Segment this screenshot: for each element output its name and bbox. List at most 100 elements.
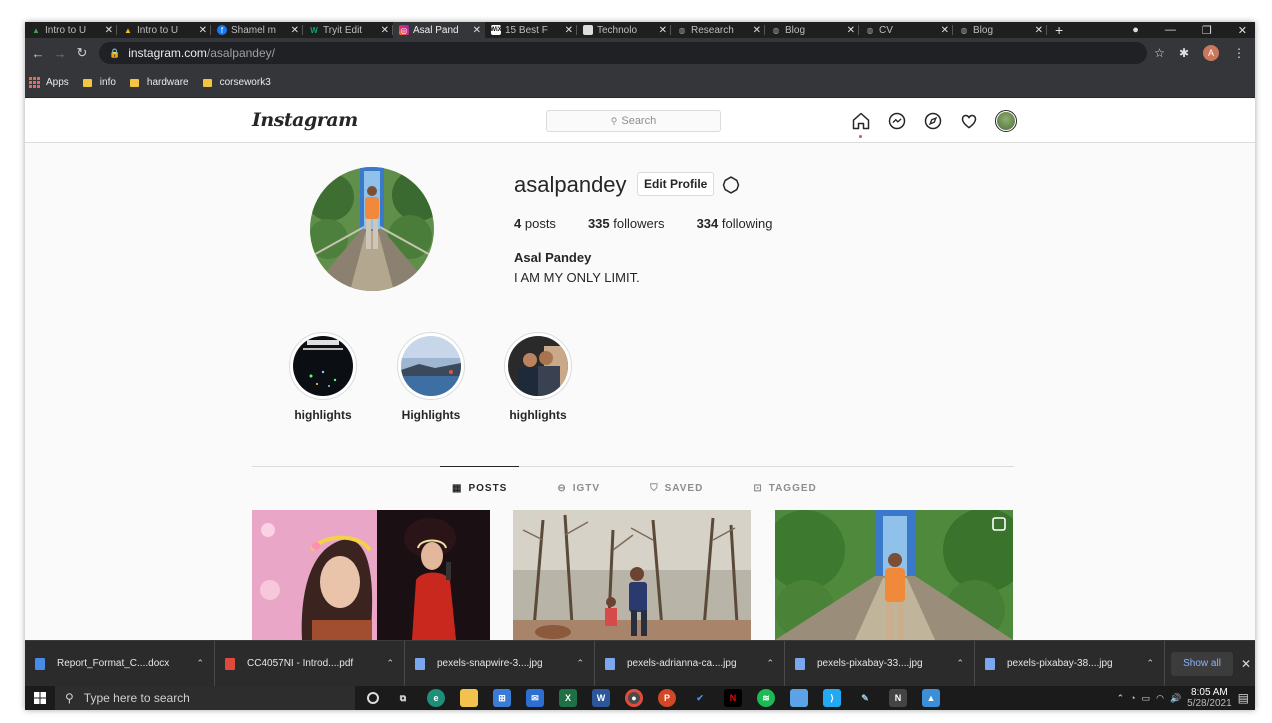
- tab-tagged[interactable]: ⊡ TAGGED: [753, 467, 816, 503]
- close-icon[interactable]: ✕: [199, 25, 207, 36]
- taskbar-clock[interactable]: 8:05 AM 5/28/2021: [1187, 687, 1232, 709]
- windows-start-icon[interactable]: [25, 692, 55, 704]
- network-icon[interactable]: ◔: [1130, 693, 1135, 703]
- download-item[interactable]: pexels-snapwire-3....jpg ⌃: [405, 640, 595, 687]
- download-item[interactable]: pexels-pixabay-38....jpg ⌃: [975, 640, 1165, 687]
- activity-heart-icon[interactable]: [959, 111, 979, 131]
- back-icon[interactable]: ←: [27, 46, 49, 61]
- chevron-up-icon[interactable]: ⌃: [576, 658, 584, 669]
- extensions-icon[interactable]: ✱: [1179, 46, 1189, 60]
- profile-avatar[interactable]: A: [1203, 45, 1219, 61]
- edit-profile-button[interactable]: Edit Profile: [637, 172, 715, 196]
- show-all-downloads-button[interactable]: Show all: [1171, 651, 1233, 676]
- chrome-icon[interactable]: ●: [625, 689, 643, 707]
- notifications-icon[interactable]: ▤: [1238, 691, 1249, 705]
- chrome-status-icon[interactable]: ●: [1132, 24, 1139, 36]
- browser-tab[interactable]: WiX 15 Best F ✕: [485, 22, 577, 38]
- browser-tab[interactable]: ◍ Research ✕: [671, 22, 765, 38]
- close-icon[interactable]: ✕: [1035, 25, 1043, 36]
- browser-tab[interactable]: ▲ Intro to U ✕: [25, 22, 117, 38]
- vscode-icon[interactable]: ⟩: [823, 689, 841, 707]
- bookmark-star-icon[interactable]: ☆: [1154, 46, 1165, 60]
- close-icon[interactable]: ✕: [381, 25, 389, 36]
- reload-icon[interactable]: ↻: [71, 45, 93, 61]
- close-icon[interactable]: ✕: [1241, 657, 1251, 671]
- posts-count[interactable]: 4 posts: [514, 216, 556, 231]
- todo-icon[interactable]: ✔: [691, 689, 709, 707]
- following-count[interactable]: 334 following: [697, 216, 773, 231]
- followers-count[interactable]: 335 followers: [588, 216, 665, 231]
- notion-icon[interactable]: N: [889, 689, 907, 707]
- minimize-icon[interactable]: —: [1165, 24, 1176, 36]
- browser-tab[interactable]: ▲ Intro to U ✕: [117, 22, 211, 38]
- browser-tab[interactable]: Technolo ✕: [577, 22, 671, 38]
- close-icon[interactable]: ✕: [753, 25, 761, 36]
- edge-icon[interactable]: e: [427, 689, 445, 707]
- instagram-logo[interactable]: Instagram: [252, 109, 358, 131]
- tab-posts[interactable]: ▦ POSTS: [439, 466, 520, 503]
- store-icon[interactable]: ⊞: [493, 689, 511, 707]
- home-icon[interactable]: [851, 111, 871, 138]
- photos-icon[interactable]: ▲: [922, 689, 940, 707]
- file-explorer-icon[interactable]: [460, 689, 478, 707]
- post-thumbnail[interactable]: [513, 510, 751, 640]
- maximize-icon[interactable]: ❐: [1202, 24, 1212, 37]
- close-icon[interactable]: ✕: [847, 25, 855, 36]
- tab-saved[interactable]: ⛉ SAVED: [650, 467, 703, 503]
- pen-icon[interactable]: ✎: [856, 689, 874, 707]
- post-thumbnail[interactable]: [252, 510, 490, 640]
- close-icon[interactable]: ✕: [659, 25, 667, 36]
- nav-profile-avatar[interactable]: [995, 110, 1017, 132]
- browser-tab[interactable]: ◍ CV ✕: [859, 22, 953, 38]
- close-icon[interactable]: ✕: [291, 25, 299, 36]
- bookmark-folder-corsework3[interactable]: corsework3: [202, 77, 271, 88]
- excel-icon[interactable]: X: [559, 689, 577, 707]
- word-icon[interactable]: W: [592, 689, 610, 707]
- chevron-up-icon[interactable]: ⌃: [956, 658, 964, 669]
- battery-icon[interactable]: ▭: [1142, 693, 1151, 704]
- phone-icon[interactable]: [790, 689, 808, 707]
- task-view-icon[interactable]: ⧉: [394, 689, 412, 707]
- messenger-icon[interactable]: [887, 111, 907, 131]
- close-icon[interactable]: ✕: [565, 25, 573, 36]
- chevron-up-icon[interactable]: ⌃: [196, 658, 204, 669]
- close-icon[interactable]: ✕: [105, 25, 113, 36]
- tab-igtv[interactable]: ⊖ IGTV: [557, 467, 600, 503]
- close-icon[interactable]: ✕: [473, 25, 481, 36]
- spotify-icon[interactable]: ≋: [757, 689, 775, 707]
- volume-icon[interactable]: 🔊: [1170, 693, 1181, 704]
- chevron-up-icon[interactable]: ⌃: [1117, 693, 1125, 704]
- bookmark-folder-info[interactable]: info: [82, 77, 116, 88]
- settings-gear-icon[interactable]: [721, 175, 741, 200]
- menu-kebab-icon[interactable]: ⋮: [1233, 46, 1245, 60]
- taskbar-search-input[interactable]: ⚲ Type here to search: [55, 686, 355, 710]
- address-bar[interactable]: 🔒 instagram.com/asalpandey/: [99, 42, 1147, 64]
- download-item[interactable]: pexels-pixabay-33....jpg ⌃: [785, 640, 975, 687]
- story-highlight[interactable]: highlights: [493, 332, 583, 422]
- post-thumbnail[interactable]: [775, 510, 1013, 640]
- chevron-up-icon[interactable]: ⌃: [766, 658, 774, 669]
- mail-icon[interactable]: ✉: [526, 689, 544, 707]
- profile-picture[interactable]: [310, 167, 434, 291]
- bookmark-folder-hardware[interactable]: hardware: [129, 77, 189, 88]
- story-highlight[interactable]: highlights: [278, 332, 368, 422]
- story-highlight[interactable]: Highlights: [386, 332, 476, 422]
- close-icon[interactable]: ✕: [941, 25, 949, 36]
- browser-tab[interactable]: ◍ Blog ✕: [953, 22, 1047, 38]
- bookmark-apps[interactable]: Apps: [29, 77, 69, 88]
- forward-icon[interactable]: →: [49, 46, 71, 61]
- new-tab-icon[interactable]: +: [1047, 22, 1071, 38]
- explore-compass-icon[interactable]: [923, 111, 943, 131]
- download-item[interactable]: Report_Format_C....docx ⌃: [25, 640, 215, 687]
- download-item[interactable]: pexels-adrianna-ca....jpg ⌃: [595, 640, 785, 687]
- download-item[interactable]: CC4057NI - Introd....pdf ⌃: [215, 640, 405, 687]
- cortana-icon[interactable]: [367, 692, 379, 704]
- chevron-up-icon[interactable]: ⌃: [1146, 658, 1154, 669]
- netflix-icon[interactable]: N: [724, 689, 742, 707]
- search-input[interactable]: ⚲ Search: [546, 110, 721, 132]
- browser-tab[interactable]: ◍ Blog ✕: [765, 22, 859, 38]
- browser-tab-active[interactable]: ◎ Asal Pand ✕: [393, 22, 485, 38]
- browser-tab[interactable]: f Shamel m ✕: [211, 22, 303, 38]
- powerpoint-icon[interactable]: P: [658, 689, 676, 707]
- browser-tab[interactable]: W Tryit Edit ✕: [303, 22, 393, 38]
